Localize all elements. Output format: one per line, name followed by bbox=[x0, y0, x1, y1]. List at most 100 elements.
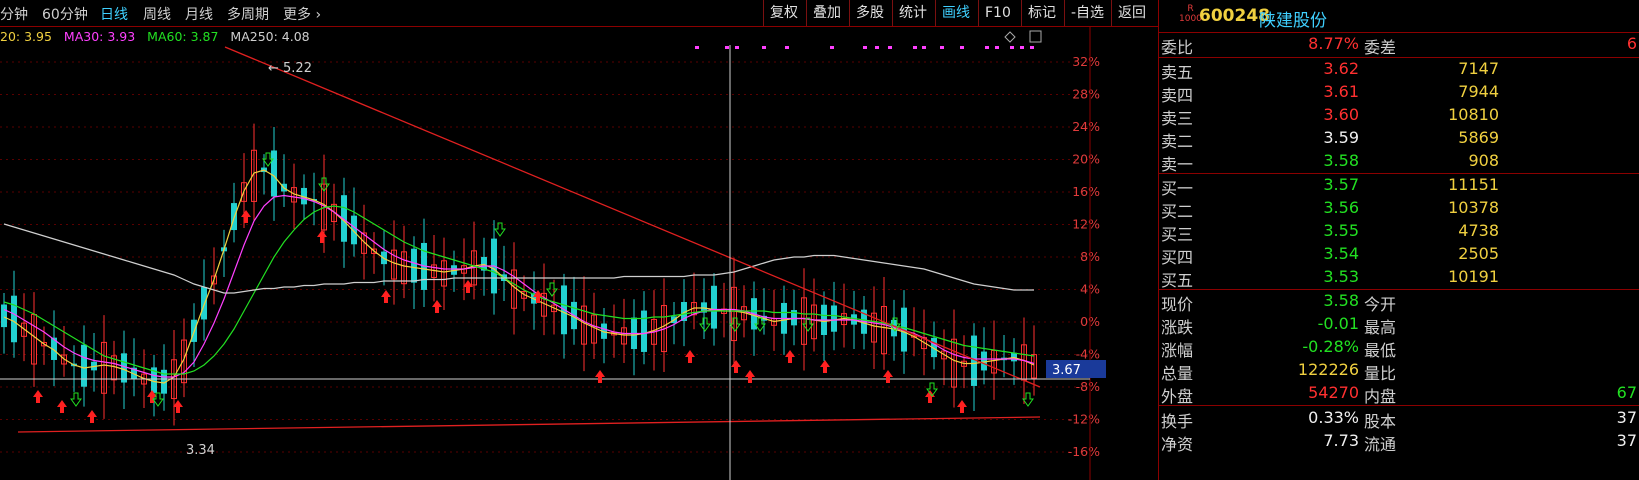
tool-mark[interactable]: 标记 bbox=[1021, 0, 1062, 26]
signal-dot bbox=[785, 46, 789, 49]
stat-label-2: 股本 bbox=[1364, 412, 1397, 431]
buy-signal-arrow-icon bbox=[785, 350, 795, 363]
tool-multi-stock[interactable]: 多股 bbox=[849, 0, 890, 26]
tool-draw-line[interactable]: 画线 bbox=[935, 0, 976, 26]
timeframe-multi[interactable]: 多周期 bbox=[227, 4, 269, 24]
tool-back[interactable]: 返回 bbox=[1111, 0, 1152, 26]
stat-row: 净资 7.73 流通 37 bbox=[1159, 431, 1639, 454]
buy-signal-arrow-icon bbox=[731, 360, 741, 373]
bid-row-label: 买二 bbox=[1161, 202, 1194, 221]
stat-label-2: 内盘 bbox=[1364, 387, 1397, 406]
stat-value: -0.28% bbox=[1302, 337, 1359, 356]
y-axis-tick-label: 24% bbox=[1072, 119, 1100, 134]
ask-price: 3.60 bbox=[1323, 105, 1359, 124]
candle-body bbox=[641, 310, 647, 352]
signal-dot bbox=[922, 46, 926, 49]
timeframe-60min[interactable]: 60分钟 bbox=[42, 4, 88, 24]
ma-line-ma20 bbox=[3, 169, 1035, 384]
buy-signal-arrow-icon bbox=[87, 410, 97, 423]
timeframe-more[interactable]: 更多 › bbox=[283, 4, 321, 24]
tool-stats[interactable]: 统计 bbox=[892, 0, 933, 26]
timeframe-minute[interactable]: 分钟 bbox=[0, 4, 28, 24]
stat-row-label: 外盘 bbox=[1161, 387, 1194, 406]
current-price-marker: 3.67 bbox=[1052, 363, 1081, 378]
ask-volume: 7147 bbox=[1458, 59, 1499, 78]
ask-row: 卖三 3.60 10810 bbox=[1159, 105, 1639, 128]
tool-overlay[interactable]: 叠加 bbox=[806, 0, 847, 26]
bid-row-label: 买四 bbox=[1161, 248, 1194, 267]
bid-row: 买一 3.57 11151 bbox=[1159, 175, 1639, 198]
ask-volume: 908 bbox=[1468, 151, 1499, 170]
ask-volume: 10810 bbox=[1448, 105, 1499, 124]
stat-row-label: 涨跌 bbox=[1161, 318, 1194, 337]
signal-dot bbox=[1030, 46, 1034, 49]
signal-dot bbox=[940, 46, 944, 49]
ask-row: 卖一 3.58 908 bbox=[1159, 151, 1639, 174]
stat-row: 换手 0.33% 股本 37 bbox=[1159, 408, 1639, 431]
signal-dot bbox=[960, 46, 964, 49]
stat-value-2: 37 bbox=[1616, 408, 1637, 427]
timeframe-daily[interactable]: 日线 bbox=[100, 4, 128, 24]
stat-value: -0.01 bbox=[1317, 314, 1359, 333]
y-axis-tick-label: 20% bbox=[1072, 152, 1100, 167]
bid-volume: 10378 bbox=[1448, 198, 1499, 217]
stat-label-2: 流通 bbox=[1364, 435, 1397, 454]
stat-row-label: 总量 bbox=[1161, 364, 1194, 383]
signal-dot bbox=[913, 46, 917, 49]
bid-row: 买二 3.56 10378 bbox=[1159, 198, 1639, 221]
stat-row: 现价 3.58 今开 bbox=[1159, 291, 1639, 314]
stat-value: 0.33% bbox=[1308, 408, 1359, 427]
candle-body bbox=[1, 304, 7, 328]
y-axis-tick-label: 16% bbox=[1072, 184, 1100, 199]
ask-row-label: 卖二 bbox=[1161, 132, 1194, 151]
stat-label-2: 量比 bbox=[1364, 364, 1397, 383]
bid-row-label: 买五 bbox=[1161, 271, 1194, 290]
buy-signal-arrow-icon bbox=[745, 370, 755, 383]
quote-title: R 1000 600248 陕建股份 bbox=[1159, 0, 1639, 32]
bid-volume: 10191 bbox=[1448, 267, 1499, 286]
timeframe-monthly[interactable]: 月线 bbox=[185, 4, 213, 24]
ask-row: 卖四 3.61 7944 bbox=[1159, 82, 1639, 105]
signal-dot bbox=[888, 46, 892, 49]
order-ratio-row: 委比 8.77% 委差 6 bbox=[1159, 34, 1639, 57]
ma-line-ma250 bbox=[3, 223, 1034, 294]
timeframe-weekly[interactable]: 周线 bbox=[143, 4, 171, 24]
tool-f10[interactable]: F10 bbox=[978, 0, 1017, 26]
bid-volume: 2505 bbox=[1458, 244, 1499, 263]
ask-price: 3.58 bbox=[1323, 151, 1359, 170]
ask-row: 卖二 3.59 5869 bbox=[1159, 128, 1639, 151]
bid-volume: 4738 bbox=[1458, 221, 1499, 240]
bid-row: 买三 3.55 4738 bbox=[1159, 221, 1639, 244]
bid-row-label: 买三 bbox=[1161, 225, 1194, 244]
chevron-right-icon: › bbox=[315, 7, 322, 23]
y-axis-tick-label: 28% bbox=[1072, 87, 1100, 102]
stat-row: 外盘 54270 内盘 67 bbox=[1159, 383, 1639, 406]
diff-label: 委差 bbox=[1364, 38, 1397, 57]
candle-body bbox=[81, 344, 87, 387]
bid-price: 3.56 bbox=[1323, 198, 1359, 217]
signal-dot bbox=[1020, 46, 1024, 49]
tool-restore-rights[interactable]: 复权 bbox=[763, 0, 804, 26]
candle-body bbox=[831, 305, 837, 332]
ask-price: 3.59 bbox=[1323, 128, 1359, 147]
kline-chart[interactable]: 32%28%24%20%16%12%8%4%0%-4%-8%-12%-16%3.… bbox=[0, 27, 1158, 480]
ma-line-ma30 bbox=[3, 194, 1035, 378]
diamond-icon bbox=[1004, 31, 1016, 43]
quote-panel: R 1000 600248 陕建股份 委比 8.77% 委差 6 卖五 3.62 71… bbox=[1158, 0, 1639, 480]
ask-row: 卖五 3.62 7147 bbox=[1159, 59, 1639, 82]
ratio-label: 委比 bbox=[1161, 38, 1194, 57]
buy-signal-arrow-icon bbox=[595, 370, 605, 383]
ask-row-label: 卖四 bbox=[1161, 86, 1194, 105]
sell-signal-arrow-icon bbox=[699, 317, 711, 332]
window-icon bbox=[1029, 30, 1042, 43]
ask-row-label: 卖一 bbox=[1161, 155, 1194, 174]
stat-value-2: 37 bbox=[1616, 431, 1637, 450]
signal-dot bbox=[1010, 46, 1014, 49]
buy-signal-arrow-icon bbox=[317, 230, 327, 243]
tool-remove-watchlist[interactable]: -自选 bbox=[1064, 0, 1111, 26]
y-axis-tick-label: 12% bbox=[1072, 217, 1100, 232]
signal-dot bbox=[735, 46, 739, 49]
chart-toolbar: 分钟 60分钟 日线 周线 月线 多周期 更多 › 复权 叠加 多股 统计 画线… bbox=[0, 0, 1158, 27]
stat-value: 122226 bbox=[1297, 360, 1359, 379]
buy-signal-arrow-icon bbox=[241, 210, 251, 223]
